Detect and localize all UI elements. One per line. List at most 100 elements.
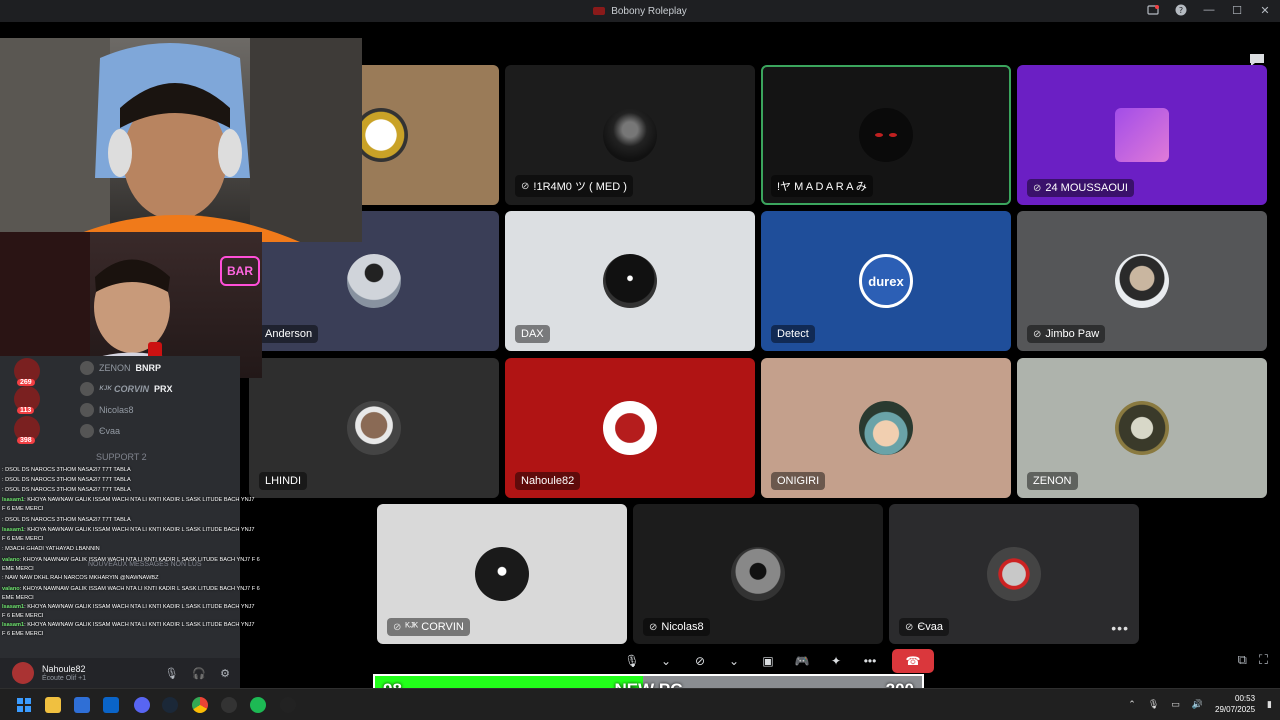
microphone-toggle-button[interactable]: 🎙 xyxy=(620,649,644,673)
window-controls: ⧉ ⛶ xyxy=(1238,652,1268,668)
chat-line: : DSOL DS NAROCS 3THOM NASA2I7 T7T TABLA xyxy=(2,477,131,483)
app-icon[interactable] xyxy=(221,697,237,713)
user-status: Écoute Olif +1 xyxy=(42,675,87,682)
steam-icon[interactable] xyxy=(162,697,178,713)
avatar-text: durex xyxy=(868,273,904,289)
call-controls: 🎙 ⌄ ⊘ ⌄ ▣ 🎮 ✦ ••• ☎ xyxy=(620,648,934,674)
screen-share-button[interactable]: ▣ xyxy=(756,649,780,673)
chrome-icon[interactable] xyxy=(192,697,208,713)
volume-icon[interactable]: 🔊 xyxy=(1192,699,1203,710)
server-icon[interactable]: 113 xyxy=(14,386,40,414)
calculator-icon[interactable] xyxy=(74,697,90,713)
chat-line: F 6 EME MERCI xyxy=(2,613,44,619)
participant-tile[interactable]: ⊘ !1R4M0 ツ ( MED ) xyxy=(505,65,755,205)
outlook-icon[interactable] xyxy=(103,697,119,713)
muted-icon: ⊘ xyxy=(649,621,658,633)
unread-badge: 398 xyxy=(17,437,35,444)
participant-tile[interactable]: DAX xyxy=(505,211,755,351)
activities-button[interactable]: 🎮 xyxy=(790,649,814,673)
muted-icon: ⊘ xyxy=(1033,328,1042,340)
participant-avatar xyxy=(1115,108,1169,162)
chevron-down-icon[interactable]: ⌄ xyxy=(722,649,746,673)
participant-name: Nahoule82 xyxy=(515,472,581,490)
avatar[interactable] xyxy=(12,662,34,684)
participant-tile[interactable]: LHINDI xyxy=(249,358,499,498)
discord-icon[interactable] xyxy=(134,697,150,713)
participant-avatar xyxy=(859,401,913,455)
headphones-icon[interactable]: 🎧 xyxy=(192,667,206,680)
neon-bar-sign: BAR xyxy=(220,256,260,286)
app-icon[interactable] xyxy=(280,697,296,713)
voice-member[interactable]: ᴷᴶᴷ CORVIN PRX xyxy=(80,382,173,396)
participant-avatar xyxy=(347,254,401,308)
soundboard-button[interactable]: ✦ xyxy=(824,649,848,673)
participant-name: ⊘ Jimbo Paw xyxy=(1027,325,1106,343)
inbox-icon[interactable] xyxy=(1146,3,1160,17)
app-icon xyxy=(593,7,606,15)
participant-tile[interactable]: ⊘ Єvaa ••• xyxy=(889,504,1139,644)
help-icon[interactable]: ? xyxy=(1174,3,1188,17)
participant-avatar xyxy=(347,401,401,455)
window-title: Bobony Roleplay xyxy=(611,5,687,17)
chat-line: : M3ACH GHADI YATHAYAD LBANNIN xyxy=(2,546,100,552)
more-options-icon[interactable]: ••• xyxy=(858,649,882,673)
windows-start-icon[interactable] xyxy=(16,697,32,713)
participant-name: Detect xyxy=(771,325,815,343)
server-icon[interactable]: 269 xyxy=(14,358,40,386)
chevron-up-icon[interactable]: ⌃ xyxy=(1128,699,1136,710)
participant-tile[interactable]: Nahoule82 xyxy=(505,358,755,498)
chat-line: lsasam1: KHOYA NAWNAW GALIK ISSAM WACH N… xyxy=(2,622,255,628)
microphone-icon[interactable]: 🎙 xyxy=(164,667,178,680)
popout-icon[interactable]: ⧉ xyxy=(1238,652,1247,668)
participant-tile[interactable]: ⊘ Nicolas8 xyxy=(633,504,883,644)
participant-tile[interactable]: ⊘ ᴷᴶᴷ CORVIN xyxy=(377,504,627,644)
spotify-icon[interactable] xyxy=(250,697,266,713)
fullscreen-icon[interactable]: ⛶ xyxy=(1259,652,1268,668)
chat-line: EME MERCI xyxy=(2,595,34,601)
chat-line: F 6 EME MERCI xyxy=(2,506,44,512)
chat-line: : DSOL DS NAROCS 3THOM NASA2I7 T7T TABLA xyxy=(2,517,131,523)
discord-sidebar: 269 113 398 ZENON BNRP ᴷᴶᴷ CORVIN PRX Nico… xyxy=(0,356,260,688)
more-options-icon[interactable]: ••• xyxy=(1111,620,1129,636)
participant-avatar xyxy=(603,401,657,455)
participant-tile[interactable]: ⊘ 24 MOUSSAOUI xyxy=(1017,65,1267,205)
title-bar: Bobony Roleplay ? — ☐ ✕ xyxy=(0,0,1280,22)
chat-line: valano: KHOYA NAWNAW GALIK ISSAM WACH NT… xyxy=(2,586,260,592)
chat-line: : NAW NAW DKHL RAH NARCOS MKHARYIN @NAWN… xyxy=(2,575,159,581)
server-icon[interactable]: 398 xyxy=(14,416,40,444)
microphone-icon[interactable]: 🎙 xyxy=(1148,699,1159,710)
chat-line: valano: KHOYA NAWNAW GALIK ISSAM WACH NT… xyxy=(2,557,260,563)
chat-line: : DSOL DS NAROCS 3THOM NASA2I7 T7T TABLA xyxy=(2,487,131,493)
participant-name: ⊘ Nicolas8 xyxy=(643,618,710,636)
file-explorer-icon[interactable] xyxy=(45,697,61,713)
participant-avatar xyxy=(603,108,657,162)
user-name: Nahoule82 xyxy=(42,664,86,674)
voice-member[interactable]: Єvaa xyxy=(80,424,120,438)
chevron-down-icon[interactable]: ⌄ xyxy=(654,649,678,673)
gear-icon[interactable]: ⚙ xyxy=(220,667,230,680)
notification-icon[interactable]: ▮ xyxy=(1267,699,1272,710)
participant-tile[interactable]: ⊘ Jimbo Paw xyxy=(1017,211,1267,351)
minimize-icon[interactable]: — xyxy=(1202,3,1216,17)
voice-member[interactable]: Nicolas8 xyxy=(80,403,134,417)
participant-name: DAX xyxy=(515,325,550,343)
chat-line: lsasam1: KHOYA NAWNAW GALIK ISSAM WACH N… xyxy=(2,527,255,533)
muted-icon: ⊘ xyxy=(393,621,402,633)
participant-name: ONIGIRI xyxy=(771,472,826,490)
unread-badge: 113 xyxy=(17,407,35,414)
participant-tile[interactable]: ZENON xyxy=(1017,358,1267,498)
participant-tile[interactable]: ONIGIRI xyxy=(761,358,1011,498)
disconnect-button[interactable]: ☎ xyxy=(892,649,934,673)
network-icon[interactable]: ▭ xyxy=(1171,699,1180,710)
clock[interactable]: 00:53 29/07/2025 xyxy=(1215,693,1255,715)
maximize-icon[interactable]: ☐ xyxy=(1230,3,1244,17)
participant-name: ⊘ !1R4M0 ツ ( MED ) xyxy=(515,175,633,197)
voice-member[interactable]: ZENON BNRP xyxy=(80,361,161,375)
webcam-streamer xyxy=(0,38,362,242)
participant-tile-speaking[interactable]: !ヤ M A D A R A み xyxy=(761,65,1011,205)
participant-name: Anderson xyxy=(259,325,319,343)
participant-tile[interactable]: durex Detect xyxy=(761,211,1011,351)
camera-off-button[interactable]: ⊘ xyxy=(688,649,712,673)
close-icon[interactable]: ✕ xyxy=(1258,3,1272,17)
channel-support-2[interactable]: SUPPORT 2 xyxy=(96,452,147,462)
